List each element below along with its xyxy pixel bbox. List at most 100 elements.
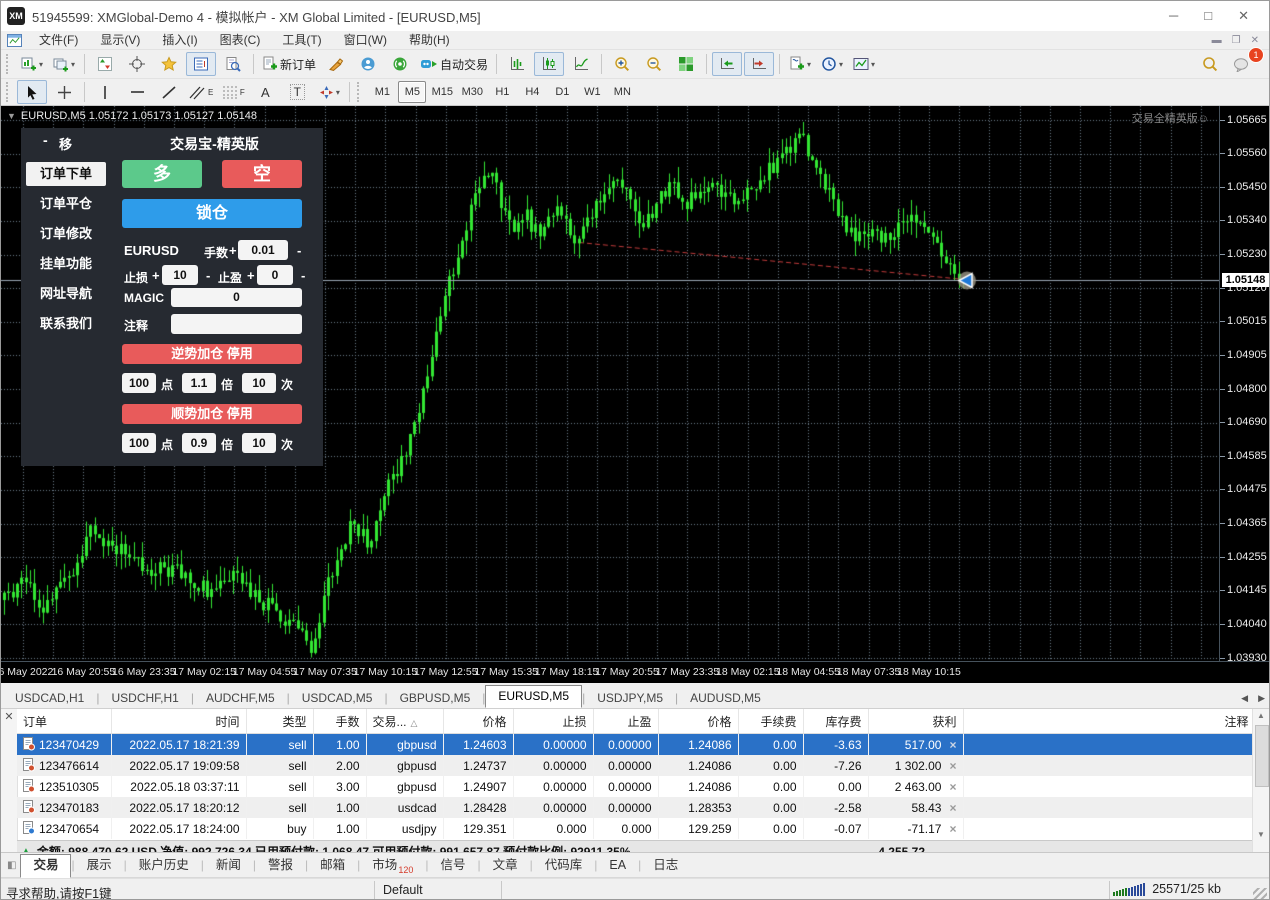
stoploss-input[interactable]: 10 — [162, 265, 198, 285]
timeframe-h4[interactable]: H4 — [518, 81, 546, 103]
toolbar-drag-handle[interactable] — [6, 82, 13, 102]
panel-menu-item[interactable]: 订单平仓 — [26, 192, 106, 216]
periods-dropdown-icon[interactable]: ▾ — [839, 60, 843, 69]
panel-menu-item[interactable]: 挂单功能 — [26, 252, 106, 276]
column-header[interactable]: 订单 — [17, 709, 112, 734]
timeframe-d1[interactable]: D1 — [548, 81, 576, 103]
column-header[interactable]: 获利 — [868, 709, 964, 734]
minimize-window-icon[interactable]: ─ — [1169, 8, 1178, 24]
menu-item[interactable]: 显示(V) — [89, 31, 151, 49]
text-label-tool-button[interactable]: T — [282, 80, 312, 104]
trend-toggle-button[interactable]: 顺势加仓 停用 — [122, 404, 302, 424]
resize-grip[interactable] — [1253, 888, 1267, 899]
market-watch-toggle-button[interactable] — [186, 52, 216, 76]
new-chart-button[interactable]: ▾ — [17, 52, 47, 76]
new-chart-dropdown-icon[interactable]: ▾ — [39, 60, 43, 69]
timeframe-h1[interactable]: H1 — [488, 81, 516, 103]
indicators-button[interactable]: ▾ — [785, 52, 815, 76]
panel-menu-item[interactable]: 网址导航 — [26, 282, 106, 306]
tile-windows-button[interactable] — [671, 52, 701, 76]
menu-item[interactable]: 帮助(H) — [398, 31, 461, 49]
bottom-tab-EA[interactable]: EA — [597, 855, 638, 875]
bottom-tab-展示[interactable]: 展示 — [75, 855, 124, 875]
auto-scroll-button[interactable] — [712, 52, 743, 76]
bottom-tab-账户历史[interactable]: 账户历史 — [127, 855, 201, 875]
chart-close-icon[interactable]: ✕ — [1251, 35, 1259, 46]
order-row[interactable]: 123510305 2022.05.18 03:37:11 sell 3.00 gbpu… — [17, 776, 1256, 797]
panel-menu-item[interactable]: 订单修改 — [26, 222, 106, 246]
menu-item[interactable]: 插入(I) — [151, 31, 208, 49]
lots-minus-button[interactable]: - — [297, 243, 301, 258]
tab-scroll-left-icon[interactable]: ◀ — [1241, 693, 1248, 704]
templates-dropdown-icon[interactable]: ▾ — [871, 60, 875, 69]
templates-button[interactable]: ▾ — [849, 52, 879, 76]
timeframe-m15[interactable]: M15 — [428, 81, 456, 103]
buy-button[interactable]: 多 — [122, 160, 202, 188]
chart-tab-usdcadh1[interactable]: USDCAD,H1 — [3, 689, 96, 708]
scroll-up-icon[interactable]: ▲ — [1253, 709, 1269, 723]
bottom-tab-代码库[interactable]: 代码库 — [533, 855, 595, 875]
crosshair-mode-button[interactable] — [122, 52, 152, 76]
trendline-tool-button[interactable] — [154, 80, 184, 104]
column-header[interactable]: 时间 — [111, 709, 247, 734]
new-order-button[interactable]: 新订单 — [259, 52, 319, 76]
price-axis[interactable]: 1.05148 1.05665 1.05560 1.05450 1.05340 1.05… — [1219, 106, 1269, 664]
bottom-tab-文章[interactable]: 文章 — [481, 855, 530, 875]
comment-input[interactable] — [171, 314, 302, 334]
column-header[interactable]: 交易... △ — [366, 709, 444, 734]
menu-item[interactable]: 窗口(W) — [333, 31, 398, 49]
chart-tab-usdchfh1[interactable]: USDCHF,H1 — [99, 689, 190, 708]
arrows-tool-button[interactable]: ▾ — [314, 80, 344, 104]
stoploss-minus-button[interactable]: - — [206, 268, 210, 283]
bottom-tab-邮箱[interactable]: 邮箱 — [308, 855, 357, 875]
column-header[interactable]: 价格 — [443, 709, 514, 734]
bottom-tab-交易[interactable]: 交易 — [20, 854, 72, 878]
scrollbar-thumb[interactable] — [1255, 725, 1269, 787]
time-axis[interactable]: 16 May 202216 May 20:5516 May 23:3517 Ma… — [1, 661, 1269, 684]
search-button[interactable] — [1195, 52, 1225, 76]
takeprofit-minus-button[interactable]: - — [301, 268, 305, 283]
column-header[interactable]: 注释 — [963, 709, 1256, 734]
bottom-tab-市场[interactable]: 市场120 — [360, 855, 425, 875]
scroll-down-icon[interactable]: ▼ — [1253, 828, 1269, 842]
panel-minimize-button[interactable]: - — [43, 132, 48, 148]
chart-tab-audchfm5[interactable]: AUDCHF,M5 — [194, 689, 287, 708]
takeprofit-plus-button[interactable]: + — [247, 268, 255, 283]
panel-move-button[interactable]: 移 — [59, 134, 72, 153]
notifications-button[interactable]: 1 — [1227, 47, 1264, 76]
candlestick-chart-button[interactable] — [534, 52, 565, 76]
toolbar-drag-handle[interactable] — [357, 82, 364, 102]
tab-scroll-right-icon[interactable]: ▶ — [1258, 693, 1265, 704]
close-order-button[interactable]: × — [949, 759, 956, 773]
chart-tab-gbpusdm5[interactable]: GBPUSD,M5 — [388, 689, 483, 708]
zoom-in-button[interactable] — [607, 52, 637, 76]
profiles-dropdown-icon[interactable]: ▾ — [71, 60, 75, 69]
symbols-button[interactable] — [90, 52, 120, 76]
sell-button[interactable]: 空 — [222, 160, 302, 188]
menu-item[interactable]: 图表(C) — [209, 31, 272, 49]
panel-menu-item[interactable]: 联系我们 — [26, 312, 106, 336]
bar-chart-button[interactable] — [502, 52, 532, 76]
bottom-tab-日志[interactable]: 日志 — [641, 855, 690, 875]
close-toolbox-button[interactable]: ✕ — [1, 709, 17, 725]
chart-tab-usdjpym5[interactable]: USDJPY,M5 — [585, 689, 675, 708]
chart-tab-audusdm5[interactable]: AUDUSD,M5 — [678, 689, 773, 708]
toolbox-scrollbar[interactable]: ▲ ▼ — [1252, 709, 1269, 852]
chart-tab-usdcadm5[interactable]: USDCAD,M5 — [290, 689, 385, 708]
panel-menu-item[interactable]: 订单下单 — [26, 162, 106, 186]
close-order-button[interactable]: × — [949, 801, 956, 815]
order-row[interactable]: 123476614 2022.05.17 19:09:58 sell 2.00 gbpu… — [17, 755, 1256, 776]
column-header[interactable]: 类型 — [246, 709, 314, 734]
order-row[interactable]: 123470654 2022.05.17 18:24:00 buy 1.00 usdjp… — [17, 818, 1256, 839]
periods-button[interactable]: ▾ — [817, 52, 847, 76]
toolbar-drag-handle[interactable] — [6, 54, 13, 74]
close-order-button[interactable]: × — [949, 738, 956, 752]
chart-restore-icon[interactable]: ❐ — [1232, 35, 1241, 46]
takeprofit-input[interactable]: 0 — [257, 265, 293, 285]
indicators-dropdown-icon[interactable]: ▾ — [807, 60, 811, 69]
bottom-tab-新闻[interactable]: 新闻 — [204, 855, 253, 875]
timeframe-w1[interactable]: W1 — [578, 81, 606, 103]
chart-shift-button[interactable] — [744, 52, 775, 76]
magic-input[interactable]: 0 — [171, 288, 302, 307]
chart-minimize-icon[interactable]: ▬ — [1212, 35, 1222, 46]
